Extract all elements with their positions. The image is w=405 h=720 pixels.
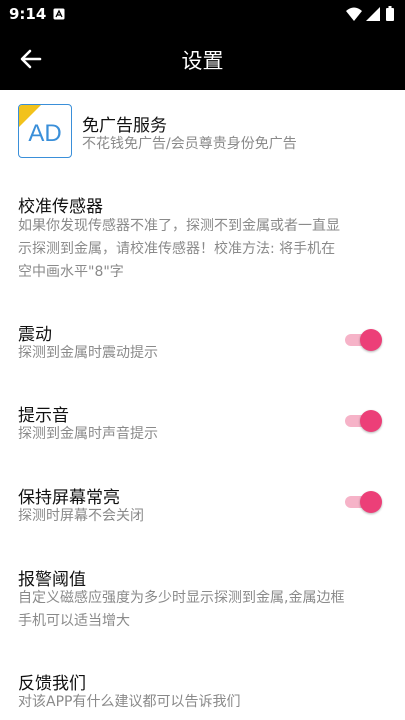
status-bar: 9:14 xyxy=(0,0,405,28)
signal-icon xyxy=(366,7,380,21)
calibrate-sensor-title: 校准传感器 xyxy=(18,197,103,217)
sound-subtitle: 探测到金属时声音提示 xyxy=(18,426,158,442)
alarm-threshold-desc-line1: 自定义磁感应强度为多少时显示探测到金属,金属边框 xyxy=(18,590,345,606)
vibrate-toggle-thumb xyxy=(360,329,382,351)
ad-icon: AD xyxy=(18,104,72,158)
remove-ads-subtitle: 不花钱免广告/会员尊贵身份免广告 xyxy=(82,136,297,152)
keep-screen-on-toggle-thumb xyxy=(360,491,382,513)
keep-screen-on-toggle[interactable] xyxy=(343,488,383,516)
keep-screen-on-subtitle: 探测时屏幕不会关闭 xyxy=(18,508,144,524)
app-header: 设置 xyxy=(0,28,405,90)
calibrate-sensor-desc-line2: 示探测到金属，请校准传感器！校准方法: 将手机在 xyxy=(18,241,336,257)
sound-toggle-thumb xyxy=(360,410,382,432)
calibrate-sensor-desc-line3: 空中画水平"8"字 xyxy=(18,264,124,280)
vibrate-subtitle: 探测到金属时震动提示 xyxy=(18,345,158,361)
battery-icon xyxy=(386,6,394,21)
page-title: 设置 xyxy=(181,49,224,73)
wifi-icon xyxy=(346,7,362,21)
notification-icon xyxy=(53,8,65,20)
calibrate-sensor-desc-line1: 如果你发现传感器不准了，探测不到金属或者一直显 xyxy=(18,218,340,234)
alarm-threshold-desc-line2: 手机可以适当增大 xyxy=(18,613,130,629)
ad-icon-label: AD xyxy=(28,120,62,147)
sound-toggle[interactable] xyxy=(343,407,383,435)
vibrate-toggle[interactable] xyxy=(343,326,383,354)
status-time: 9:14 xyxy=(9,5,47,23)
feedback-subtitle: 对该APP有什么建议都可以告诉我们 xyxy=(18,694,241,710)
